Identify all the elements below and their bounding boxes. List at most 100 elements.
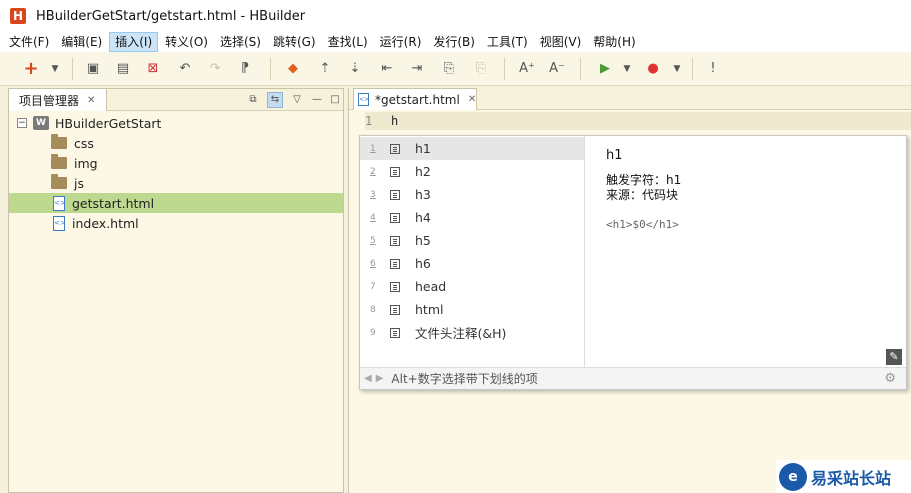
autocomplete-item[interactable]: 7 head (360, 275, 584, 298)
item-number: 7 (370, 281, 376, 292)
indent-up-icon[interactable]: ⇡ (316, 60, 334, 78)
item-label: h6 (415, 256, 431, 271)
prev-arrow-icon[interactable]: ◀ (364, 373, 372, 384)
indent-down-icon[interactable]: ⇣ (346, 60, 364, 78)
detail-title: h1 (606, 148, 623, 163)
menu-tools[interactable]: 工具(T) (482, 32, 533, 52)
menu-publish[interactable]: 发行(B) (428, 32, 480, 52)
menu-insert[interactable]: 插入(I) (109, 32, 159, 52)
collapse-all-icon[interactable]: ⧉ (245, 92, 261, 108)
autocomplete-item[interactable]: 3 h3 (360, 183, 584, 206)
font-bigger-icon[interactable]: A⁺ (518, 60, 536, 78)
tree-folder-row[interactable]: css (9, 133, 343, 153)
close-file-icon[interactable]: ⊠ (144, 60, 162, 78)
autocomplete-item[interactable]: 8 html (360, 298, 584, 321)
snippet-icon (390, 166, 400, 177)
menu-help[interactable]: 帮助(H) (588, 32, 640, 52)
save-all-icon[interactable]: ▤ (114, 60, 132, 78)
jump-start-icon[interactable]: ⇤ (378, 60, 396, 78)
tab-getstart-html[interactable]: <> *getstart.html ✕ (353, 88, 477, 110)
item-number: 9 (370, 327, 376, 338)
save-icon[interactable]: ▣ (84, 60, 102, 78)
close-icon[interactable]: ✕ (468, 94, 476, 105)
autocomplete-item[interactable]: 4 h4 (360, 206, 584, 229)
folder-name: js (74, 175, 84, 191)
tree-file-row[interactable]: <> index.html (9, 213, 343, 233)
code-line[interactable]: 1 h (365, 112, 911, 130)
project-manager-panel: 项目管理器 ✕ ⧉ ⇆ ▽ — □ − W HBuilderGetStart c… (8, 88, 344, 493)
item-label: 文件头注释(&H) (415, 326, 507, 341)
menu-edit[interactable]: 编辑(E) (56, 32, 107, 52)
item-label: head (415, 279, 447, 294)
item-number: 6 (370, 258, 376, 269)
run-icon[interactable]: ▶ (596, 60, 614, 78)
snippet-icon (390, 189, 400, 200)
undo-icon[interactable]: ↶ (176, 60, 194, 78)
run-dropdown-icon[interactable]: ▼ (618, 60, 636, 78)
autocomplete-item[interactable]: 1 h1 (360, 137, 584, 160)
autocomplete-list: 1 h1 2 h2 3 h3 4 h4 5 h5 6 h6 7 head 8 h… (360, 136, 585, 367)
next-arrow-icon[interactable]: ▶ (376, 373, 384, 384)
view-menu-icon[interactable]: ▽ (289, 92, 305, 108)
watermark-text: 易采站长站 (811, 468, 892, 488)
jump-end-icon[interactable]: ⇥ (408, 60, 426, 78)
folder-icon (51, 134, 67, 149)
autocomplete-item[interactable]: 5 h5 (360, 229, 584, 252)
bookmark-icon[interactable]: ◆ (284, 60, 302, 78)
menu-run[interactable]: 运行(R) (375, 32, 427, 52)
maximize-icon[interactable]: □ (327, 92, 343, 108)
tree-folder-row[interactable]: js (9, 173, 343, 193)
new-dropdown-icon[interactable]: ▼ (46, 60, 64, 78)
font-smaller-icon[interactable]: A⁻ (548, 60, 566, 78)
format-icon[interactable]: ⁋ (236, 60, 254, 78)
html-file-icon: <> (53, 215, 66, 231)
tree-file-row[interactable]: <> getstart.html (9, 193, 343, 213)
link-editor-icon[interactable]: ⇆ (267, 92, 283, 108)
menu-select[interactable]: 选择(S) (215, 32, 266, 52)
tab-project-manager[interactable]: 项目管理器 ✕ (9, 89, 107, 111)
autocomplete-item[interactable]: 9 文件头注释(&H) (360, 321, 584, 344)
feedback-icon[interactable]: ! (704, 60, 722, 78)
folder-name: css (74, 135, 94, 151)
item-label: h3 (415, 187, 431, 202)
item-label: html (415, 302, 444, 317)
menu-view[interactable]: 视图(V) (535, 32, 587, 52)
footer-hint: Alt+数字选择带下划线的项 (391, 372, 538, 386)
autocomplete-item[interactable]: 2 h2 (360, 160, 584, 183)
item-number: 2 (370, 166, 376, 177)
menu-file[interactable]: 文件(F) (4, 32, 54, 52)
snippet-icon (390, 281, 400, 292)
item-number: 3 (370, 189, 376, 200)
collapse-toggle-icon[interactable]: − (17, 118, 27, 128)
toolbar-separator (504, 58, 505, 80)
menu-find[interactable]: 查找(L) (323, 32, 373, 52)
minimize-icon[interactable]: — (309, 92, 325, 108)
menu-goto[interactable]: 跳转(G) (268, 32, 321, 52)
chrome-browser-icon[interactable]: ● (644, 60, 662, 78)
autocomplete-detail: h1 触发字符：h1 来源：代码块 <h1>$0</h1> ✎ (586, 136, 906, 367)
gear-icon[interactable]: ⚙ (884, 371, 896, 386)
menu-escape[interactable]: 转义(O) (160, 32, 213, 52)
toolbar-separator (692, 58, 693, 80)
code-text[interactable]: h (391, 114, 398, 128)
snippet-icon (390, 327, 400, 338)
tree-project-row[interactable]: − W HBuilderGetStart (9, 113, 343, 133)
uncomment-icon[interactable]: ⎘ (472, 60, 490, 78)
tree-folder-row[interactable]: img (9, 153, 343, 173)
autocomplete-footer: ◀ ▶ Alt+数字选择带下划线的项 ⚙ (360, 367, 906, 389)
close-icon[interactable]: ✕ (87, 95, 95, 106)
web-project-icon: W (33, 116, 49, 130)
edit-snippet-icon[interactable]: ✎ (886, 349, 902, 365)
html-file-icon: <> (358, 93, 369, 106)
autocomplete-item[interactable]: 6 h6 (360, 252, 584, 275)
redo-icon[interactable]: ↷ (206, 60, 224, 78)
item-number: 1 (370, 143, 376, 154)
new-icon[interactable]: + (22, 60, 40, 78)
browser-dropdown-icon[interactable]: ▼ (668, 60, 686, 78)
title-bar: H HBuilderGetStart/getstart.html - HBuil… (0, 0, 911, 32)
watermark-logo-icon: e (779, 462, 807, 491)
toolbar-separator (580, 58, 581, 80)
toolbar: + ▼ ▣ ▤ ⊠ ↶ ↷ ⁋ ◆ ⇡ ⇣ ⇤ ⇥ ⎘ ⎘ A⁺ A⁻ ▶ ▼ … (0, 52, 911, 86)
snippet-icon (390, 304, 400, 315)
comment-icon[interactable]: ⎘ (440, 60, 458, 78)
